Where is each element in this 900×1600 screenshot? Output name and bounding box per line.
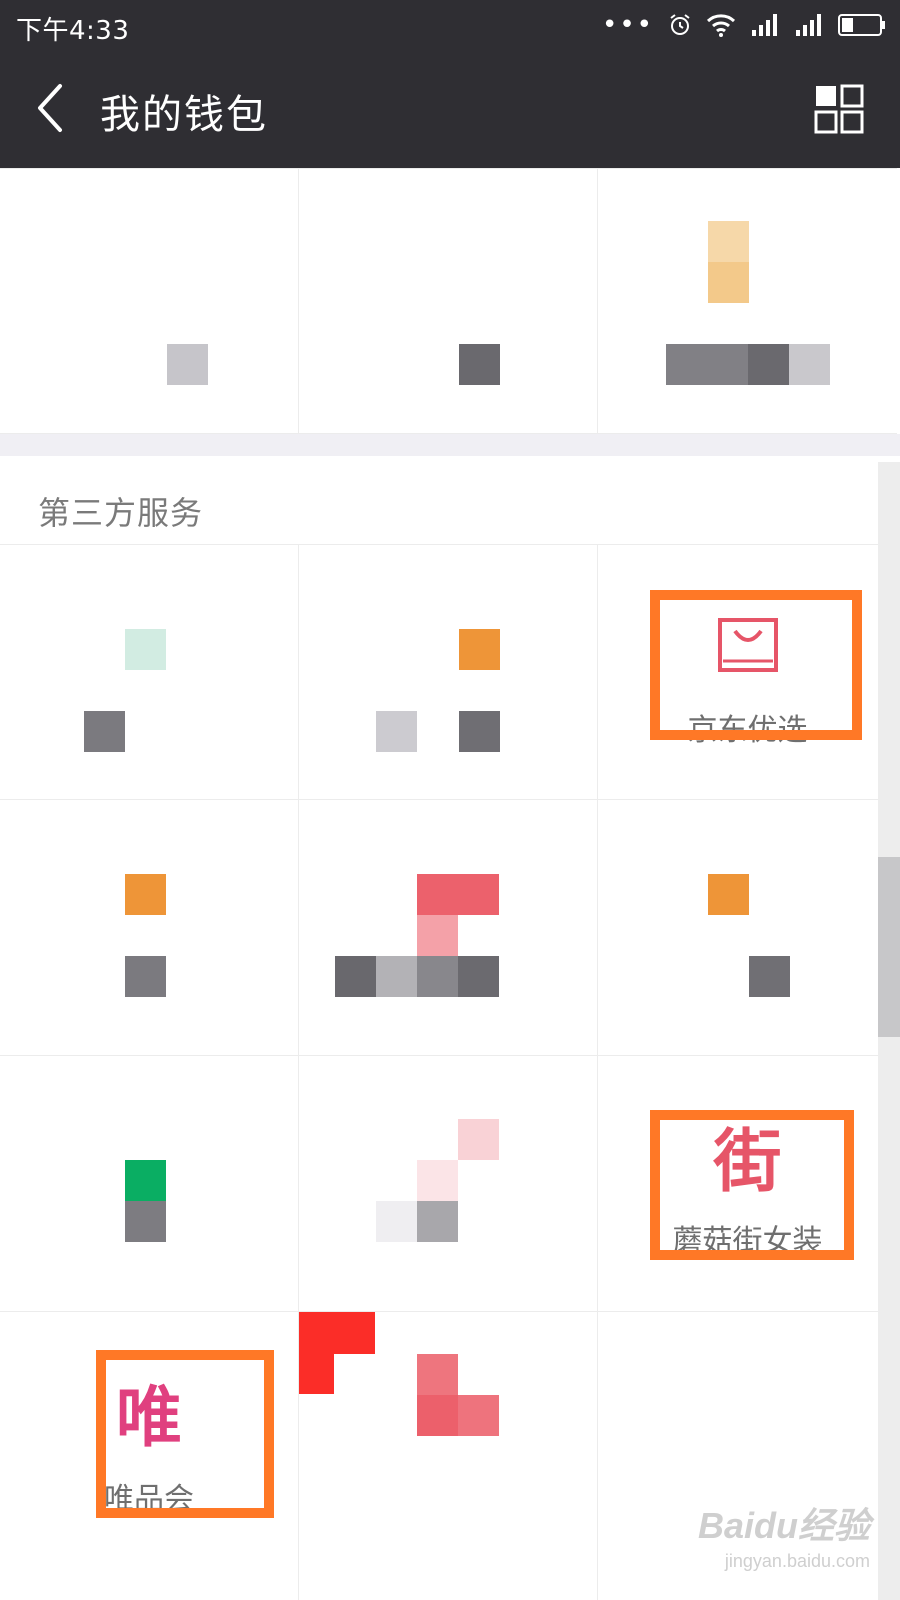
blurred-icon (708, 874, 749, 915)
blurred-icon (459, 629, 500, 670)
wifi-icon (706, 14, 736, 37)
blurred-label (376, 1201, 417, 1242)
blurred-label (666, 344, 748, 385)
alarm-icon (670, 14, 690, 35)
highlight-box-vip (96, 1350, 274, 1518)
blurred-label (417, 956, 458, 997)
blurred-label (459, 711, 500, 752)
blurred-icon (708, 262, 749, 303)
blurred-label (417, 1201, 458, 1242)
signal-icon (796, 14, 821, 36)
section-title-third-party: 第三方服务 (38, 494, 204, 532)
blurred-icon (417, 1354, 458, 1395)
service-cell[interactable] (0, 800, 299, 1056)
app-bar: 我的钱包 (0, 50, 900, 168)
blurred-label (458, 956, 499, 997)
wallet-content: 第三方服务 京东优选 街 蘑菇街女装 唯 唯品会 Baidu经验 jingyan… (0, 168, 900, 1600)
blurred-label (167, 344, 208, 385)
status-bar: 下午4:33 ••• (0, 0, 900, 50)
status-time: 下午4:33 (16, 16, 130, 46)
watermark: Baidu经验 jingyan.baidu.com (670, 1497, 870, 1572)
blurred-icon (299, 1354, 334, 1394)
blurred-label (459, 344, 500, 385)
scrollbar[interactable] (878, 462, 900, 1600)
highlight-box-mogujie (650, 1110, 854, 1260)
service-cell[interactable] (0, 544, 299, 800)
watermark-url: jingyan.baidu.com (724, 1551, 870, 1571)
blurred-icon (417, 1395, 458, 1436)
service-cell[interactable] (299, 544, 598, 800)
blurred-icon (125, 874, 166, 915)
blurred-label (335, 956, 376, 997)
page-title: 我的钱包 (100, 92, 268, 138)
top-service-row (0, 168, 900, 434)
blurred-label (749, 956, 790, 997)
section-divider (0, 434, 900, 456)
blurred-label (789, 344, 830, 385)
battery-icon (838, 14, 885, 36)
service-cell[interactable] (299, 1312, 598, 1600)
blurred-label (125, 956, 166, 997)
grid-menu-button[interactable] (814, 84, 864, 134)
service-cell[interactable] (299, 168, 598, 434)
blurred-icon (299, 1312, 375, 1354)
service-cell[interactable] (598, 800, 897, 1056)
status-icons: ••• (602, 10, 886, 40)
blurred-label (376, 711, 417, 752)
service-cell[interactable] (0, 168, 299, 434)
blurred-label (84, 711, 125, 752)
service-cell[interactable] (299, 1056, 598, 1312)
blurred-label (748, 344, 789, 385)
blurred-label (125, 1201, 166, 1242)
blurred-icon (417, 915, 458, 956)
service-cell[interactable] (0, 1056, 299, 1312)
watermark-logo: Baidu经验 (697, 1505, 870, 1546)
blurred-icon (417, 1160, 458, 1201)
service-cell[interactable] (299, 800, 598, 1056)
scrollbar-thumb[interactable] (878, 857, 900, 1037)
highlight-box-jd (650, 590, 862, 740)
service-cell[interactable] (598, 168, 897, 434)
blurred-label (376, 956, 417, 997)
blurred-icon (125, 629, 166, 670)
blurred-icon (417, 874, 499, 915)
signal-icon (752, 14, 777, 36)
back-button[interactable] (28, 80, 78, 136)
more-dots-icon: ••• (601, 10, 654, 40)
blurred-icon (125, 1160, 166, 1201)
blurred-icon (708, 221, 749, 262)
blurred-icon (458, 1119, 499, 1160)
blurred-icon (458, 1395, 499, 1436)
